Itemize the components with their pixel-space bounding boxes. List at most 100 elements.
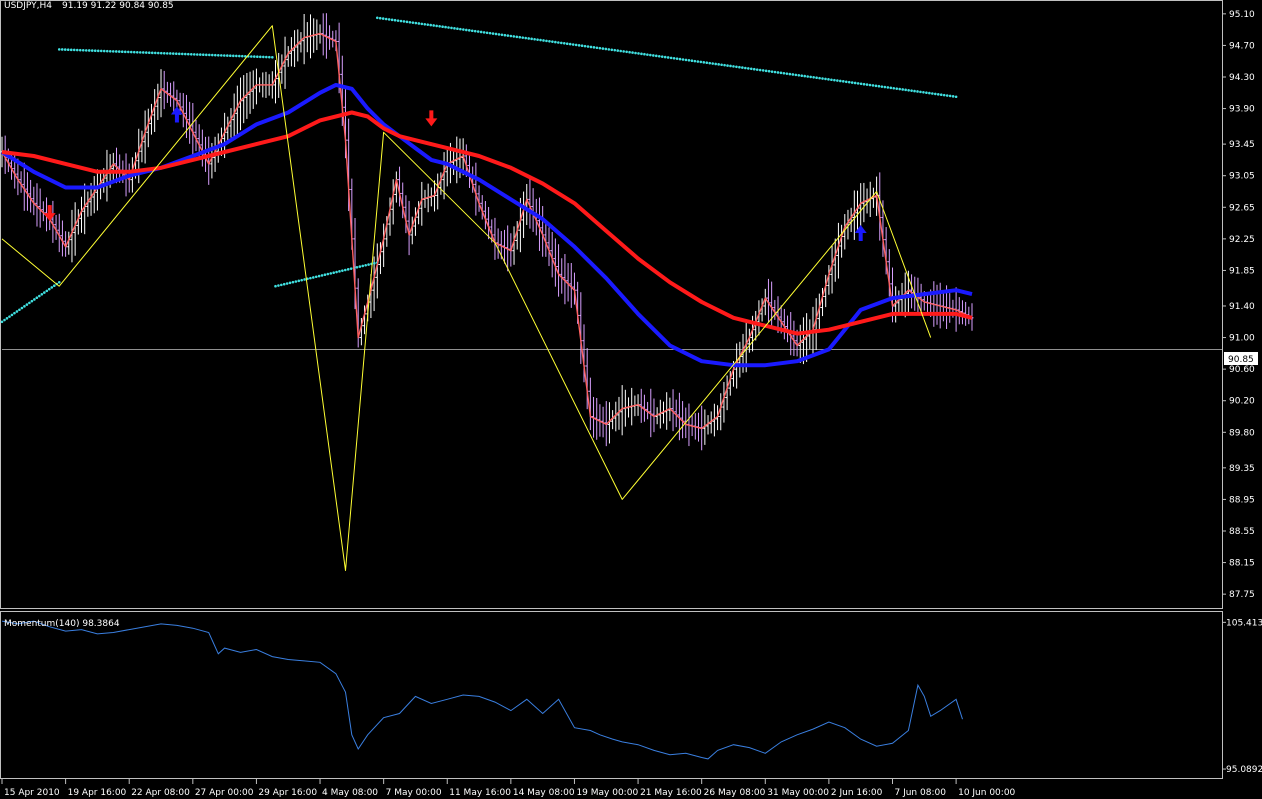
- trendline-dot: [126, 50, 130, 54]
- y-tick-label: 90.20: [1229, 397, 1255, 407]
- x-tick-label: 31 May 00:00: [767, 788, 829, 798]
- trendline-dot: [120, 50, 124, 54]
- trendline-dot: [229, 54, 232, 58]
- trendline-dot: [102, 49, 106, 53]
- y-tick-label: 92.65: [1229, 203, 1255, 213]
- trendline-dot: [815, 76, 818, 80]
- trendline-dot: [467, 29, 471, 32]
- y-tick-label: 91.85: [1229, 266, 1255, 276]
- trendline-dot: [797, 73, 801, 77]
- trendline-dot: [577, 44, 581, 47]
- trendline-dot: [571, 43, 575, 46]
- trendline-dot: [752, 67, 756, 71]
- trendline-dot: [678, 57, 682, 61]
- trendline-dot: [438, 24, 441, 28]
- trendline-dot: [684, 58, 688, 62]
- trendline-dot: [749, 67, 753, 71]
- y-tick-label: 91.40: [1229, 302, 1255, 312]
- symbol-label: USDJPY,H4: [4, 1, 52, 11]
- trendline-dot: [714, 62, 717, 66]
- y-tick-label: 88.15: [1229, 559, 1255, 569]
- trendline-dot: [592, 46, 596, 49]
- trendline-dot: [839, 79, 842, 83]
- trendline-dot: [741, 66, 744, 69]
- trendline-dot: [758, 68, 762, 72]
- x-tick-label: 4 May 08:00: [322, 788, 378, 798]
- trendline-dot: [660, 55, 664, 58]
- trendline-dot: [503, 33, 507, 37]
- trendline-dot: [663, 55, 667, 59]
- trendline-dot: [470, 29, 474, 33]
- trendline-dot: [818, 76, 821, 80]
- trendline-dot: [123, 50, 127, 54]
- trendline-dot: [925, 91, 928, 94]
- trendline-dot: [613, 48, 617, 52]
- trendline-dot: [554, 40, 557, 44]
- y-tick-label: 90.60: [1229, 365, 1255, 375]
- y-tick-label: 91.00: [1229, 334, 1255, 344]
- trendline-dot: [901, 88, 904, 91]
- trendline-dot: [465, 28, 468, 32]
- trendline-dot: [883, 85, 887, 89]
- trendline-dot: [346, 268, 350, 271]
- x-tick-label: 27 Apr 00:00: [195, 788, 254, 798]
- trendline-dot: [509, 34, 513, 38]
- trendline-dot: [50, 286, 54, 289]
- y-tick-label: 89.80: [1229, 428, 1255, 438]
- trendline-dot: [47, 287, 51, 291]
- trendline-dot: [942, 93, 946, 97]
- trendline-dot: [619, 49, 622, 53]
- last-price-tag: 90.85: [1228, 355, 1254, 365]
- trendline-dot: [378, 16, 382, 20]
- trendline-dot: [195, 53, 199, 56]
- trendline-dot: [168, 52, 172, 55]
- trendline-dot: [33, 298, 36, 301]
- x-tick-label: 19 May 00:00: [576, 788, 638, 798]
- trendline-dot: [922, 90, 925, 94]
- y-tick-label: 87.75: [1229, 590, 1255, 600]
- trendline-dot: [69, 48, 73, 52]
- trendline-dot: [696, 60, 700, 63]
- trendline-dot: [898, 87, 902, 91]
- trendline-dot: [265, 55, 268, 59]
- trendline-dot: [343, 268, 347, 272]
- trendline-dot: [485, 31, 489, 35]
- trendline-dot: [488, 31, 492, 35]
- trendline-dot: [217, 53, 220, 57]
- trendline-dot: [426, 23, 430, 26]
- trendline-dot: [99, 49, 103, 53]
- trendline-dot: [672, 56, 676, 60]
- x-tick-label: 7 Jun 08:00: [894, 788, 946, 798]
- trendline-dot: [358, 265, 362, 268]
- x-tick-label: 15 Apr 2010: [4, 788, 60, 798]
- trendline-dot: [15, 310, 19, 313]
- trendline-dot: [447, 26, 450, 29]
- trendline-dot: [598, 46, 602, 50]
- trendline-dot: [859, 82, 863, 86]
- trendline-dot: [755, 68, 759, 71]
- trendline-dot: [399, 19, 403, 23]
- x-tick-label: 10 Jun 00:00: [958, 788, 1015, 798]
- chart-canvas: 95.10 94.70 94.30 93.90 93.45 93.05 92.65 92.25…: [0, 0, 1262, 799]
- ohlc-label: 91.19 91.22 90.84 90.85: [62, 1, 174, 11]
- trendline-dot: [951, 95, 955, 98]
- trendline-dot: [162, 51, 166, 55]
- trendline-dot: [241, 54, 244, 58]
- trendline-dot: [459, 27, 462, 31]
- x-tick-label: 2 Jun 16:00: [831, 788, 883, 798]
- trendline-dot: [830, 78, 833, 82]
- trendline-dot: [643, 52, 646, 56]
- trendline-dot: [476, 30, 480, 33]
- trendline-dot: [657, 54, 661, 58]
- trendline-dot: [720, 63, 723, 67]
- trendline-dot: [527, 37, 530, 40]
- trendline-dot: [874, 84, 878, 88]
- x-tick-label: 29 Apr 16:00: [258, 788, 317, 798]
- trendline-dot: [836, 79, 839, 82]
- trendline-dot: [616, 49, 620, 52]
- trendline-dot: [622, 50, 625, 53]
- trendline-dot: [441, 25, 444, 28]
- trendline-dot: [444, 25, 447, 29]
- trendline-dot: [303, 278, 306, 281]
- trendline-dot: [729, 64, 732, 68]
